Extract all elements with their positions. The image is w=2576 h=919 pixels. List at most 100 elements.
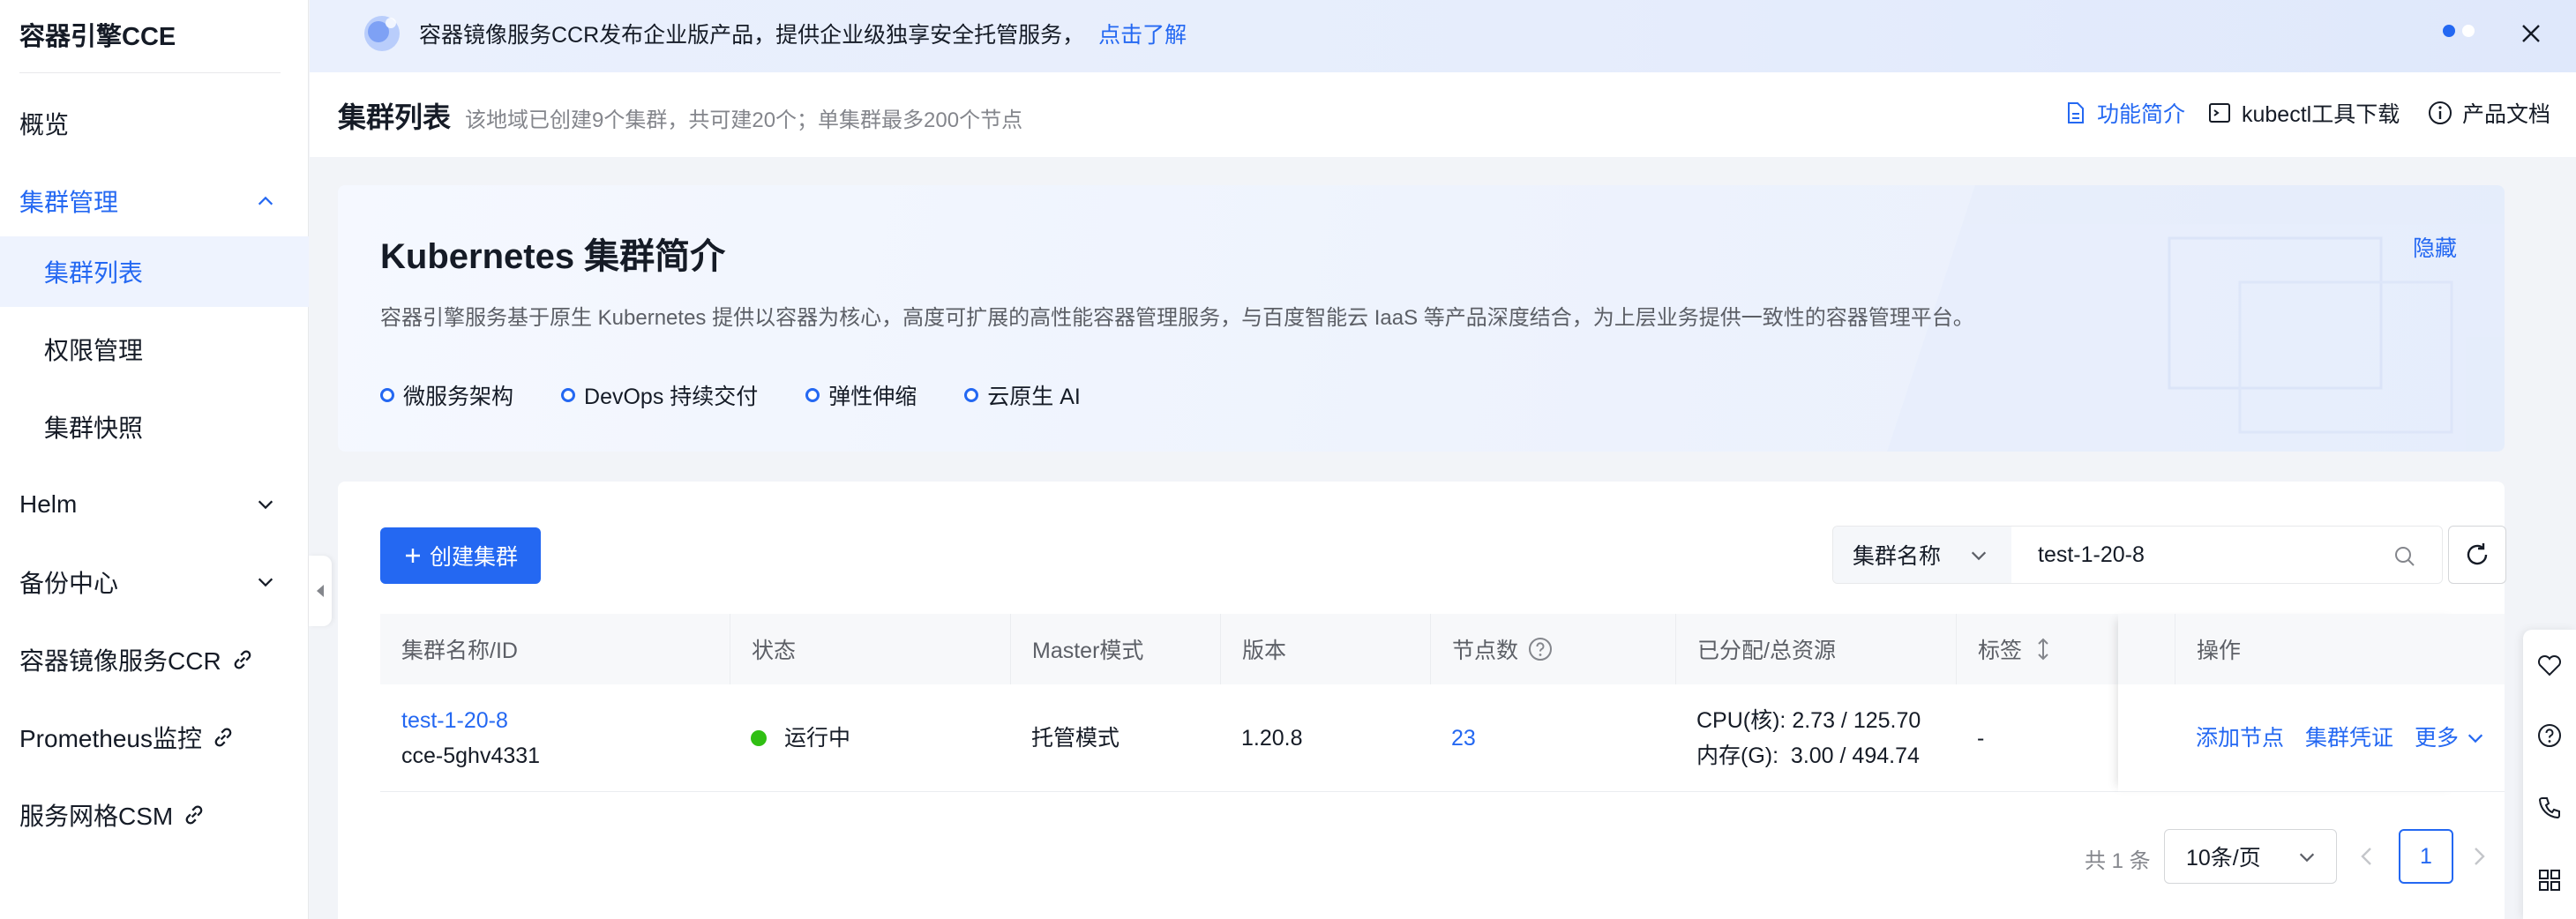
column-header-label: 集群名称/ID — [401, 639, 518, 663]
column-header-label: 状态 — [752, 639, 797, 663]
external-link-icon — [185, 805, 203, 825]
intro-tag-label: 云原生 AI — [987, 385, 1081, 409]
sidebar-item-prometheus[interactable]: Prometheus监控 — [0, 702, 309, 773]
sidebar-item-backup[interactable]: 备份中心 — [0, 547, 309, 617]
feature-intro-button[interactable]: 功能简介 — [2062, 97, 2185, 129]
cluster-credential-link[interactable]: 集群凭证 — [2305, 721, 2393, 756]
product-docs-button[interactable]: 产品文档 — [2427, 97, 2550, 129]
bullet-ring-icon — [964, 388, 979, 402]
version-text: 1.20.8 — [1241, 726, 1303, 751]
document-icon — [2068, 102, 2084, 123]
announcement-icon — [364, 16, 400, 51]
sidebar-item-label: 容器镜像服务CCR — [19, 647, 221, 675]
intro-tag-label: 弹性伸缩 — [828, 385, 917, 409]
chevron-left-icon[interactable] — [2354, 843, 2380, 870]
column-header-label: 操作 — [2197, 639, 2242, 663]
sort-icon[interactable] — [2034, 637, 2052, 661]
column-header-label: 节点数 — [1452, 639, 1519, 663]
intro-tag: 云原生 AI — [964, 379, 1081, 411]
page-number-current[interactable]: 1 — [2399, 829, 2453, 884]
carousel-dot-active[interactable] — [2443, 25, 2455, 37]
page-subtitle: 该地域已创建9个集群，共可建20个；单集群最多200个节点 — [465, 108, 1023, 132]
bullet-ring-icon — [380, 388, 394, 402]
sidebar-item-ccr[interactable]: 容器镜像服务CCR — [0, 624, 309, 695]
create-cluster-button[interactable]: 创建集群 — [380, 527, 541, 584]
kubernetes-intro-card: Kubernetes 集群简介 隐藏 容器引擎服务基于原生 Kubernetes… — [338, 185, 2505, 452]
table-header: 集群名称/ID 状态 Master模式 版本 节点数 已分配/总资源 标签 操作 — [380, 614, 2505, 684]
refresh-icon — [2467, 543, 2488, 565]
cell-node-count: 23 — [1430, 684, 1675, 792]
cluster-id: cce-5ghv4331 — [401, 743, 541, 768]
external-link-icon — [234, 650, 251, 669]
plus-icon — [405, 549, 420, 563]
kubectl-download-button[interactable]: kubectl工具下载 — [2206, 97, 2400, 129]
info-icon — [2429, 101, 2452, 124]
banner-learn-more-link[interactable]: 点击了解 — [1098, 23, 1187, 48]
help-icon[interactable] — [1527, 636, 1554, 662]
intro-tag: 微服务架构 — [380, 379, 513, 411]
apps-grid-icon[interactable] — [2535, 866, 2564, 894]
sidebar-item-cluster-management[interactable]: 集群管理 — [0, 166, 309, 236]
cluster-table-card: 创建集群 集群名称 集群名称/ID 状态 Master模式 版本 节点数 已分配… — [338, 482, 2506, 919]
column-header-label: 已分配/总资源 — [1697, 639, 1836, 663]
add-node-link[interactable]: 添加节点 — [2196, 721, 2284, 756]
phone-icon[interactable] — [2535, 794, 2564, 822]
memory-resource: 内存(G): 3.00 / 494.74 — [1696, 743, 1920, 768]
column-header: 版本 — [1220, 614, 1430, 684]
page-header: 集群列表 该地域已创建9个集群，共可建20个；单集群最多200个节点 功能简介 … — [310, 72, 2576, 157]
sidebar-item-permission[interactable]: 权限管理 — [0, 314, 309, 385]
cell-version: 1.20.8 — [1220, 684, 1430, 792]
sidebar-item-label: 集群管理 — [19, 189, 119, 216]
sidebar-collapse-toggle[interactable] — [309, 556, 332, 626]
search-input[interactable] — [2011, 527, 2442, 583]
page-title: 集群列表 — [338, 101, 452, 133]
feedback-heart-icon[interactable] — [2535, 651, 2564, 679]
external-link-icon — [214, 728, 232, 747]
more-actions-dropdown[interactable]: 更多 — [2415, 721, 2485, 756]
sidebar-item-label: 集群列表 — [44, 259, 144, 287]
chevron-down-icon — [2299, 853, 2315, 863]
column-header: 节点数 — [1430, 614, 1675, 684]
search-field-value: 集群名称 — [1853, 544, 1942, 569]
sidebar-item-label: Helm — [19, 490, 78, 518]
intro-tag: 弹性伸缩 — [805, 379, 917, 411]
search-group: 集群名称 — [1832, 526, 2443, 584]
cell-cluster-name: test-1-20-8 cce-5ghv4331 — [380, 684, 730, 792]
sidebar-item-cluster-list[interactable]: 集群列表 — [0, 236, 309, 307]
status-text: 运行中 — [784, 726, 851, 751]
sidebar-item-label: Prometheus监控 — [19, 725, 202, 752]
more-actions-label: 更多 — [2415, 726, 2460, 751]
master-mode-text: 托管模式 — [1031, 726, 1120, 751]
intro-tag: DevOps 持续交付 — [561, 379, 758, 411]
column-header-label: 版本 — [1242, 639, 1287, 663]
sidebar-item-label: 集群快照 — [44, 415, 144, 442]
search-field-select[interactable]: 集群名称 — [1833, 527, 2011, 583]
column-header: Master模式 — [1010, 614, 1220, 684]
brand-divider — [19, 72, 281, 73]
help-icon[interactable] — [2535, 721, 2564, 750]
sidebar-item-overview[interactable]: 概览 — [0, 88, 309, 159]
intro-tag-label: 微服务架构 — [403, 385, 514, 409]
node-count-link[interactable]: 23 — [1451, 721, 1675, 756]
banner-message: 容器镜像服务CCR发布企业版产品，提供企业级独享安全托管服务， 点击了解 — [419, 18, 1187, 53]
feature-intro-label: 功能简介 — [2097, 102, 2186, 127]
sidebar-item-cluster-snapshot[interactable]: 集群快照 — [0, 392, 309, 462]
sidebar: 容器引擎CCE 概览 集群管理 集群列表 权限管理 集群快照 Helm 备份中心… — [0, 0, 309, 919]
chevron-down-icon — [2467, 734, 2483, 743]
page-size-select[interactable]: 10条/页 — [2164, 829, 2337, 884]
sidebar-item-helm[interactable]: Helm — [0, 469, 309, 540]
search-icon[interactable] — [2393, 544, 2417, 569]
intro-tag-label: DevOps 持续交付 — [584, 385, 759, 409]
sidebar-item-csm[interactable]: 服务网格CSM — [0, 780, 309, 850]
refresh-button[interactable] — [2448, 526, 2506, 584]
hide-intro-link[interactable]: 隐藏 — [2413, 231, 2457, 263]
intro-tags: 微服务架构 DevOps 持续交付 弹性伸缩 云原生 AI — [380, 379, 1081, 411]
column-header-tags[interactable]: 标签 — [1956, 614, 2175, 684]
chevron-right-icon[interactable] — [2466, 843, 2492, 870]
page-size-value: 10条/页 — [2186, 846, 2261, 870]
bullet-ring-icon — [561, 388, 576, 402]
cluster-name-link[interactable]: test-1-20-8 — [401, 703, 730, 738]
sidebar-item-label: 服务网格CSM — [19, 803, 174, 830]
close-icon[interactable] — [2513, 16, 2549, 51]
carousel-dot[interactable] — [2462, 25, 2475, 37]
